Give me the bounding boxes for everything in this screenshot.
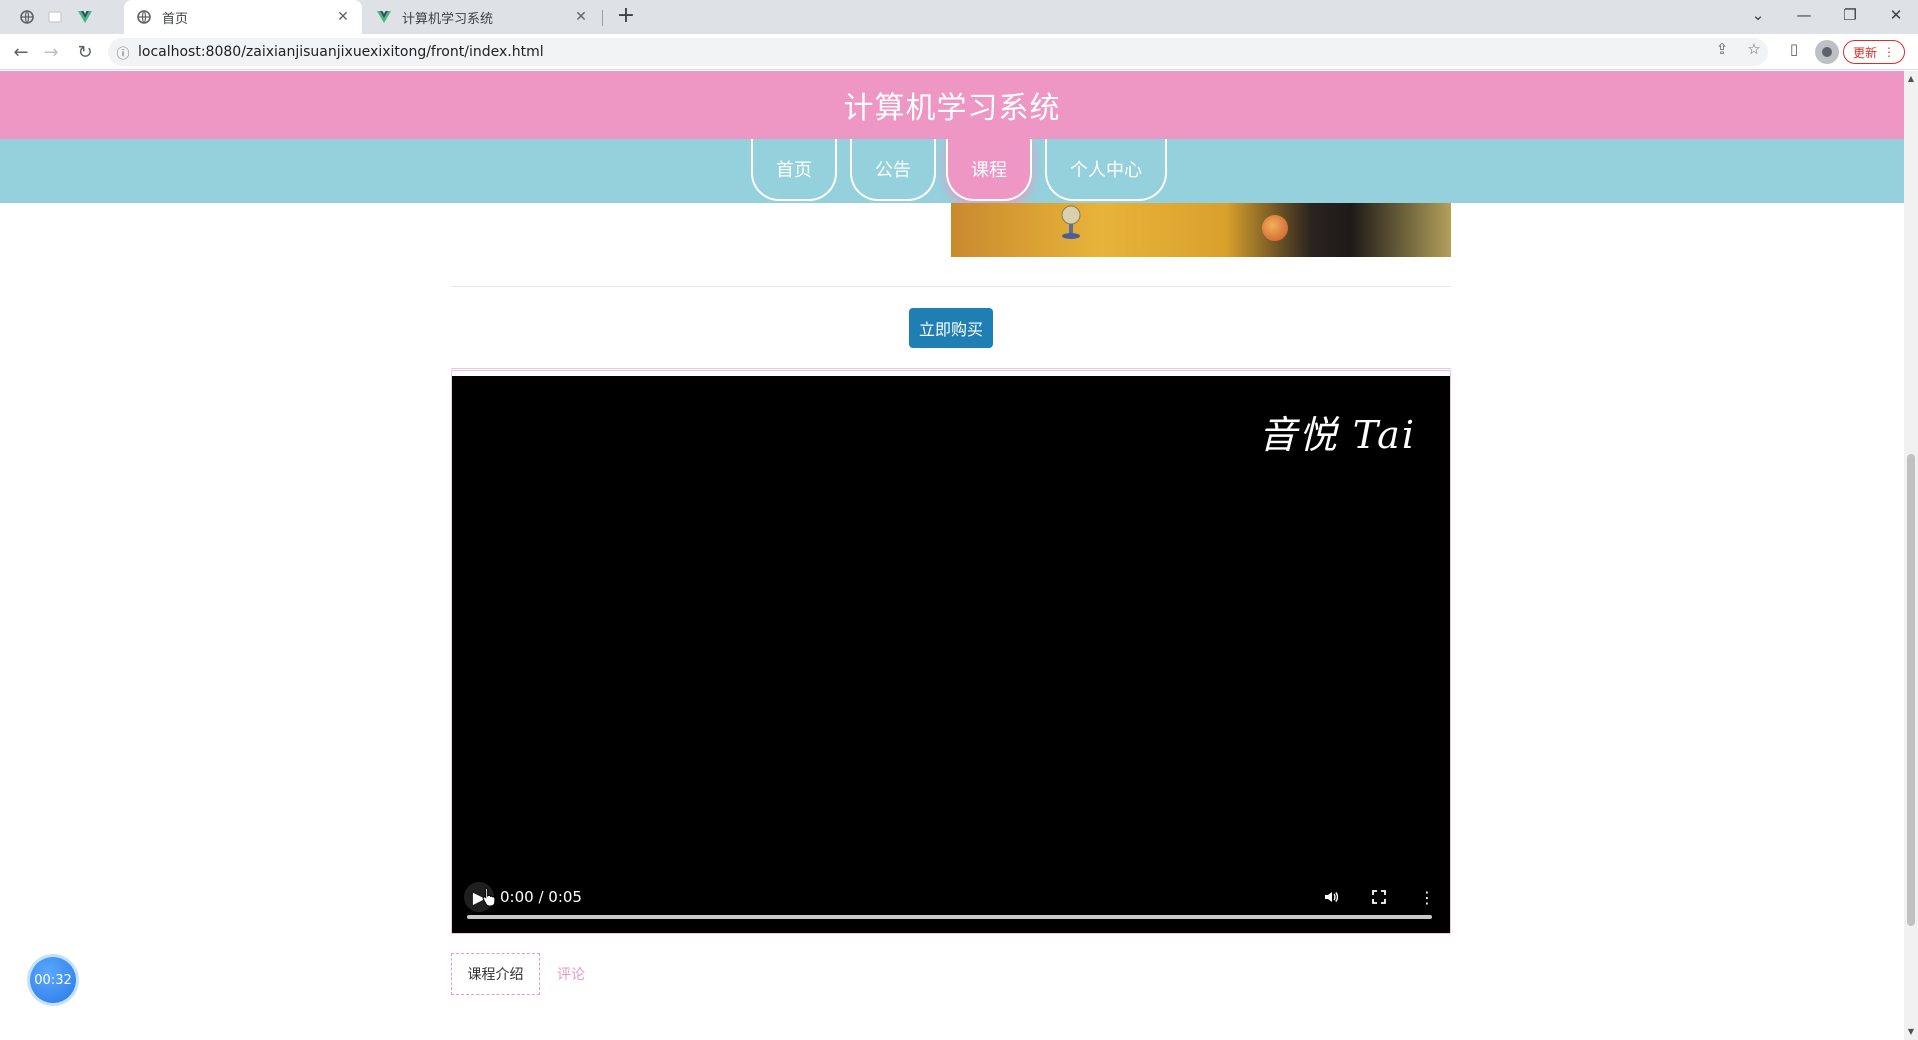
pinned-tab-vue[interactable] — [68, 0, 102, 34]
buy-now-button[interactable]: 立即购买 — [909, 308, 993, 348]
url-text[interactable]: localhost:8080/zaixianjisuanjixuexixiton… — [138, 44, 544, 60]
tab-search-chevron-icon[interactable]: ⌄ — [1736, 0, 1780, 30]
browser-tab-strip: 首页 ✕ 计算机学习系统 ✕ + ⌄ — ❐ ✕ — [0, 0, 1918, 34]
close-window-icon[interactable]: ✕ — [1874, 0, 1918, 30]
site-title: 计算机学习系统 — [843, 91, 1061, 126]
restore-icon[interactable]: ❐ — [1828, 0, 1872, 30]
nav-item-notice[interactable]: 公告 — [850, 139, 936, 201]
vue-logo-icon — [376, 9, 392, 25]
floating-timer-badge[interactable]: 00:32 — [30, 957, 76, 1003]
course-banner-image — [951, 203, 1451, 257]
tab-title: 首页 — [162, 11, 189, 27]
site-header: 计算机学习系统 — [0, 71, 1904, 139]
update-button[interactable]: 更新 ⋮ — [1843, 40, 1905, 64]
section-divider — [451, 286, 1451, 287]
site-nav: 首页 公告 课程 个人中心 — [0, 139, 1904, 203]
mouse-cursor-hand-icon — [482, 887, 496, 907]
more-menu-icon: ⋮ — [1883, 45, 1895, 59]
minimize-icon[interactable]: — — [1782, 0, 1826, 30]
side-panel-icon[interactable]: ▯ — [1784, 39, 1804, 59]
tab-separator — [602, 10, 603, 26]
share-icon[interactable]: ⇪ — [1712, 39, 1732, 59]
course-video-player[interactable]: 音悦 Tai ▶ 0:00 / 0:05 ⋮ — [452, 376, 1450, 933]
vue-logo-icon — [77, 9, 93, 25]
tab-title: 计算机学习系统 — [402, 11, 494, 27]
scrollbar-thumb[interactable] — [1907, 454, 1915, 926]
nav-item-home[interactable]: 首页 — [751, 139, 837, 201]
video-time: 0:00 / 0:05 — [500, 888, 582, 906]
blank-page-icon — [47, 9, 63, 25]
forward-arrow-icon[interactable]: → — [38, 39, 64, 65]
video-progress-bar[interactable] — [467, 915, 1432, 919]
pinned-tab-blank[interactable] — [38, 0, 72, 34]
close-tab-icon[interactable]: ✕ — [572, 8, 590, 26]
video-watermark: 音悦 Tai — [1258, 413, 1416, 457]
globe-image — [1061, 205, 1081, 239]
video-top-divider — [451, 368, 1451, 369]
tab-home[interactable]: 首页 ✕ — [124, 0, 362, 34]
browser-toolbar: ← → ↻ ⓘ localhost:8080/zaixianjisuanjixu… — [0, 34, 1918, 70]
page-scrollbar[interactable]: ▲ ▼ — [1904, 71, 1918, 1040]
page-viewport: 计算机学习系统 首页 公告 课程 个人中心 立即购买 音悦 Tai ▶ 0:00… — [0, 71, 1918, 1040]
update-label: 更新 — [1852, 45, 1877, 60]
profile-avatar-icon[interactable] — [1815, 40, 1839, 64]
new-tab-icon[interactable]: + — [613, 4, 639, 30]
back-arrow-icon[interactable]: ← — [8, 39, 34, 65]
globe-icon — [19, 9, 35, 25]
bookmark-star-icon[interactable]: ☆ — [1744, 39, 1764, 59]
nav-item-course[interactable]: 课程 — [946, 139, 1032, 201]
video-more-options-icon[interactable]: ⋮ — [1414, 884, 1440, 910]
tab-course-intro[interactable]: 课程介绍 — [451, 953, 540, 995]
fullscreen-icon[interactable] — [1366, 884, 1392, 910]
close-tab-icon[interactable]: ✕ — [334, 8, 352, 26]
info-icon[interactable]: ⓘ — [108, 43, 138, 62]
volume-icon[interactable] — [1318, 884, 1344, 910]
nav-item-personal-center[interactable]: 个人中心 — [1045, 139, 1167, 201]
reload-icon[interactable]: ↻ — [72, 39, 98, 65]
tab-system[interactable]: 计算机学习系统 ✕ — [364, 0, 600, 34]
apple-image — [1262, 215, 1288, 241]
tab-comments[interactable]: 评论 — [557, 953, 585, 995]
scroll-down-arrow-icon[interactable]: ▼ — [1907, 1028, 1915, 1036]
address-bar[interactable]: ⓘ localhost:8080/zaixianjisuanjixuexixit… — [108, 38, 1768, 66]
scroll-up-arrow-icon[interactable]: ▲ — [1907, 75, 1915, 83]
globe-icon — [136, 9, 152, 25]
